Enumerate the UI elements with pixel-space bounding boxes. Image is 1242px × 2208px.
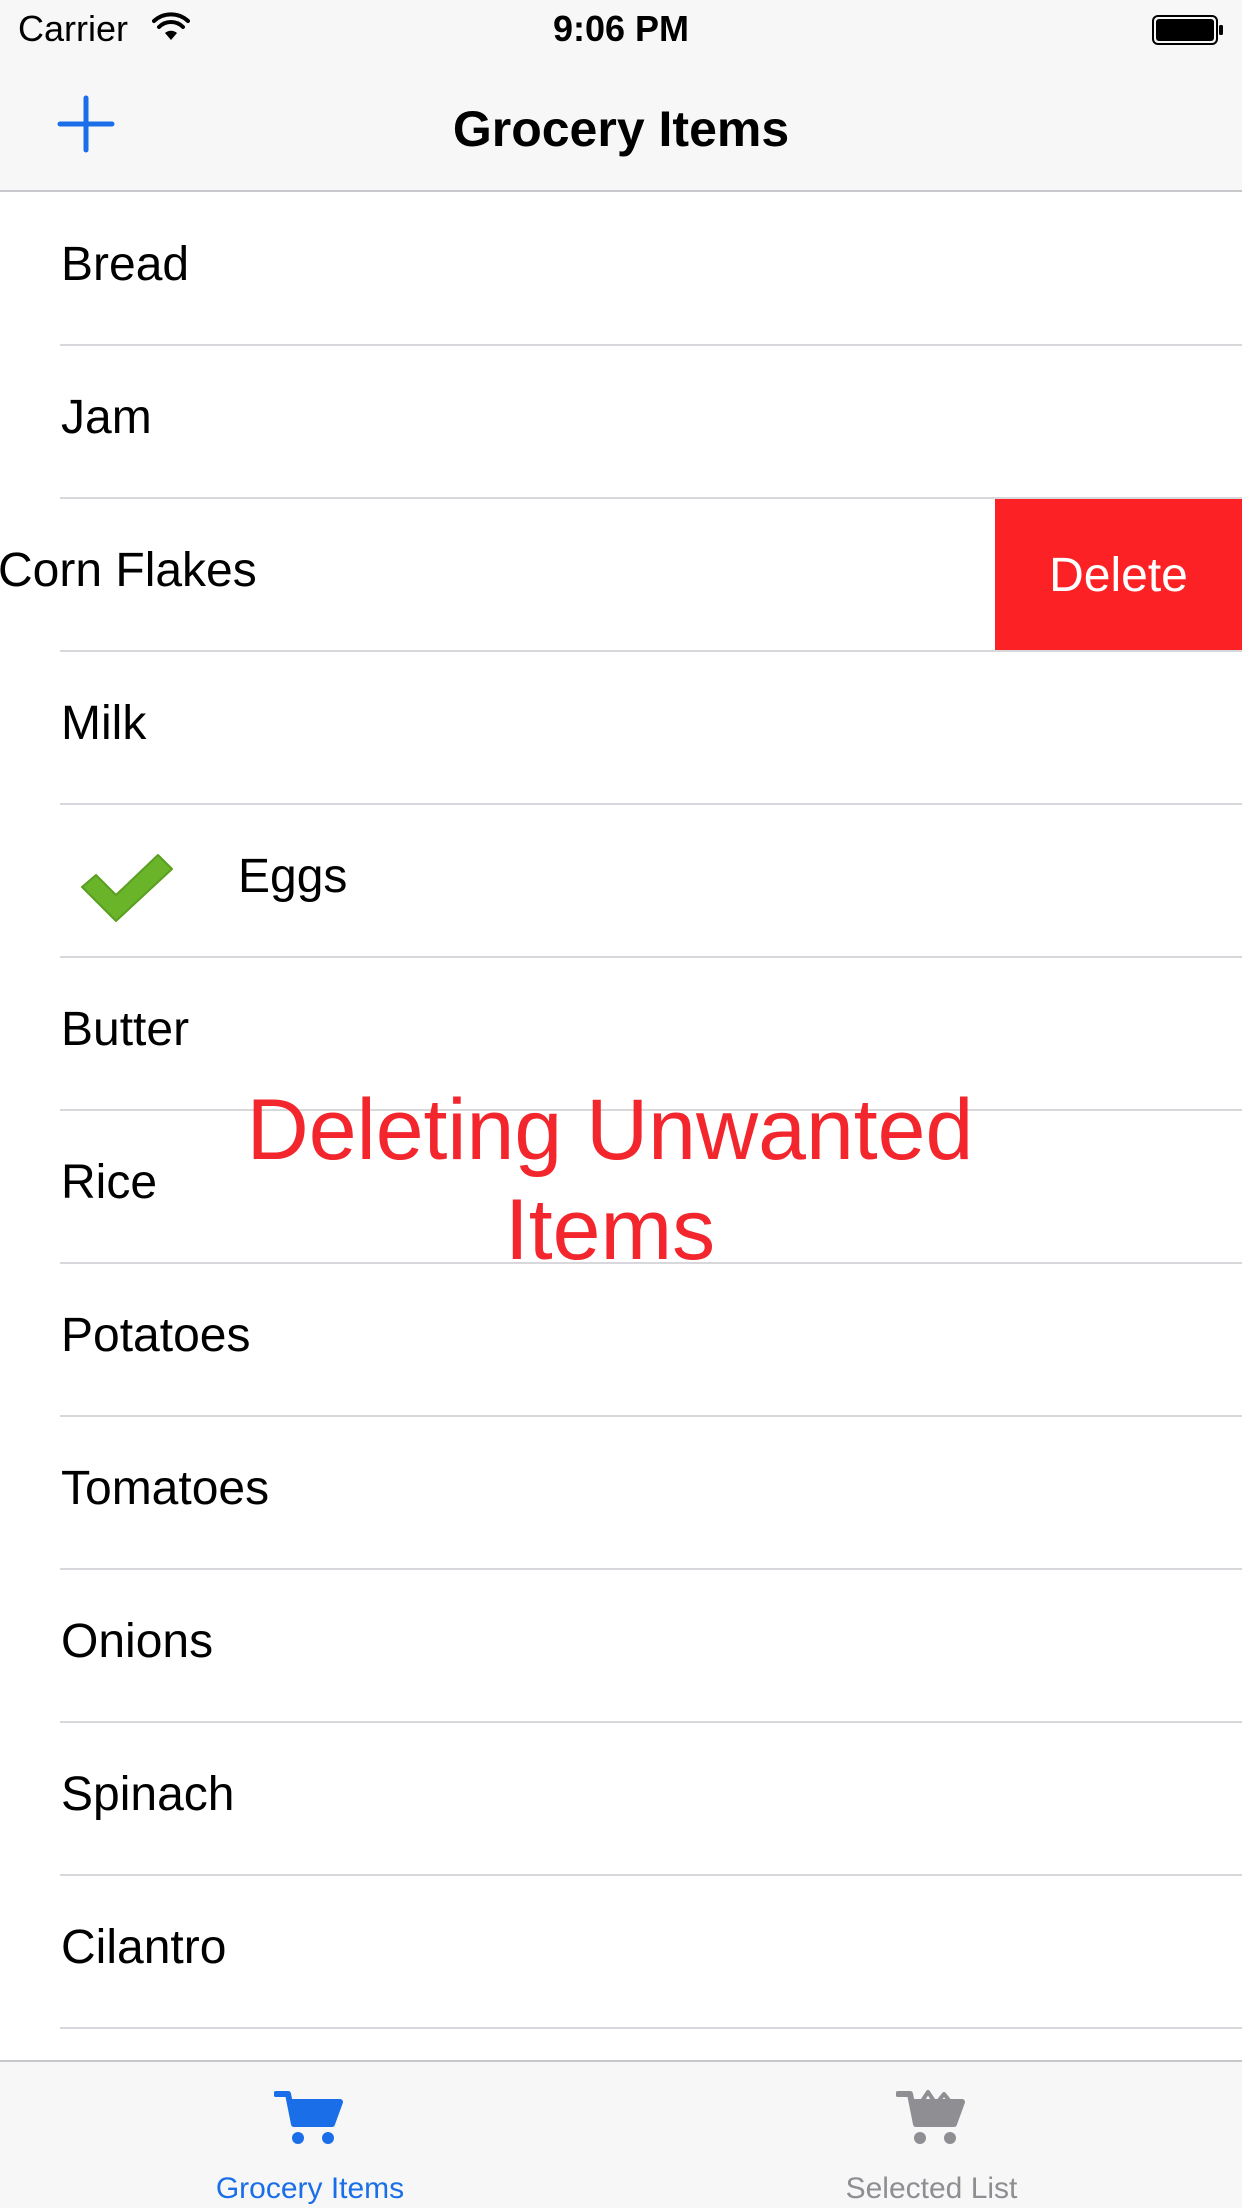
list-item-label: Cilantro — [61, 1921, 227, 1974]
list-item-label: Spinach — [61, 1768, 235, 1821]
caption-line-1: Deleting Unwanted — [246, 1082, 974, 1178]
list-item[interactable]: Potatoes — [0, 1264, 1242, 1417]
battery-icon — [1152, 15, 1223, 45]
list-item-label: Potatoes — [61, 1309, 251, 1362]
list-item[interactable]: Onions — [0, 1570, 1242, 1723]
list-item-label: Onions — [61, 1615, 214, 1668]
caption-line-2: Items — [504, 1182, 716, 1278]
tab-bar: Grocery Items Selected List — [0, 2060, 1242, 2208]
tab-selected-list[interactable]: Selected List — [621, 2062, 1242, 2208]
list-item[interactable]: Milk — [0, 652, 1242, 805]
status-time: 9:06 PM — [552, 8, 690, 49]
list-item[interactable]: Cilantro — [0, 1876, 1242, 2029]
list-item[interactable]: Jam — [0, 346, 1242, 499]
list-item-label: Milk — [61, 697, 147, 750]
status-bar: Carrier 9:06 PM — [0, 0, 1242, 60]
cart-icon — [274, 2091, 343, 2144]
list-item-checked[interactable]: Eggs — [0, 805, 1242, 958]
tab-label: Selected List — [845, 2172, 1018, 2205]
tab-grocery-items[interactable]: Grocery Items — [0, 2062, 621, 2208]
list-item-swiped[interactable]: Corn Flakes Delete — [0, 499, 1242, 652]
list-item[interactable]: Spinach — [0, 1723, 1242, 1876]
delete-button[interactable]: Delete — [995, 499, 1242, 652]
row-divider — [60, 2027, 1242, 2029]
overlay-caption: Deleting Unwanted Items — [0, 1080, 1220, 1280]
list-item[interactable]: Tomatoes — [0, 1417, 1242, 1570]
cart-icon — [896, 2090, 965, 2144]
list-item-label: Jam — [61, 391, 152, 444]
list-item[interactable]: Bread — [0, 193, 1242, 346]
list-item-label: Bread — [61, 238, 190, 291]
list-item-label: Corn Flakes — [0, 544, 257, 597]
list-item-label: Eggs — [238, 850, 348, 903]
nav-bar: Grocery Items — [0, 60, 1242, 192]
list-item-label: Butter — [61, 1003, 190, 1056]
tab-label: Grocery Items — [215, 2172, 405, 2205]
screen: Carrier 9:06 PM Grocery Items Bread Jam — [0, 0, 1242, 2208]
list-item-label: Tomatoes — [61, 1462, 270, 1515]
checkmark-icon — [81, 854, 173, 922]
page-title: Grocery Items — [452, 101, 790, 157]
